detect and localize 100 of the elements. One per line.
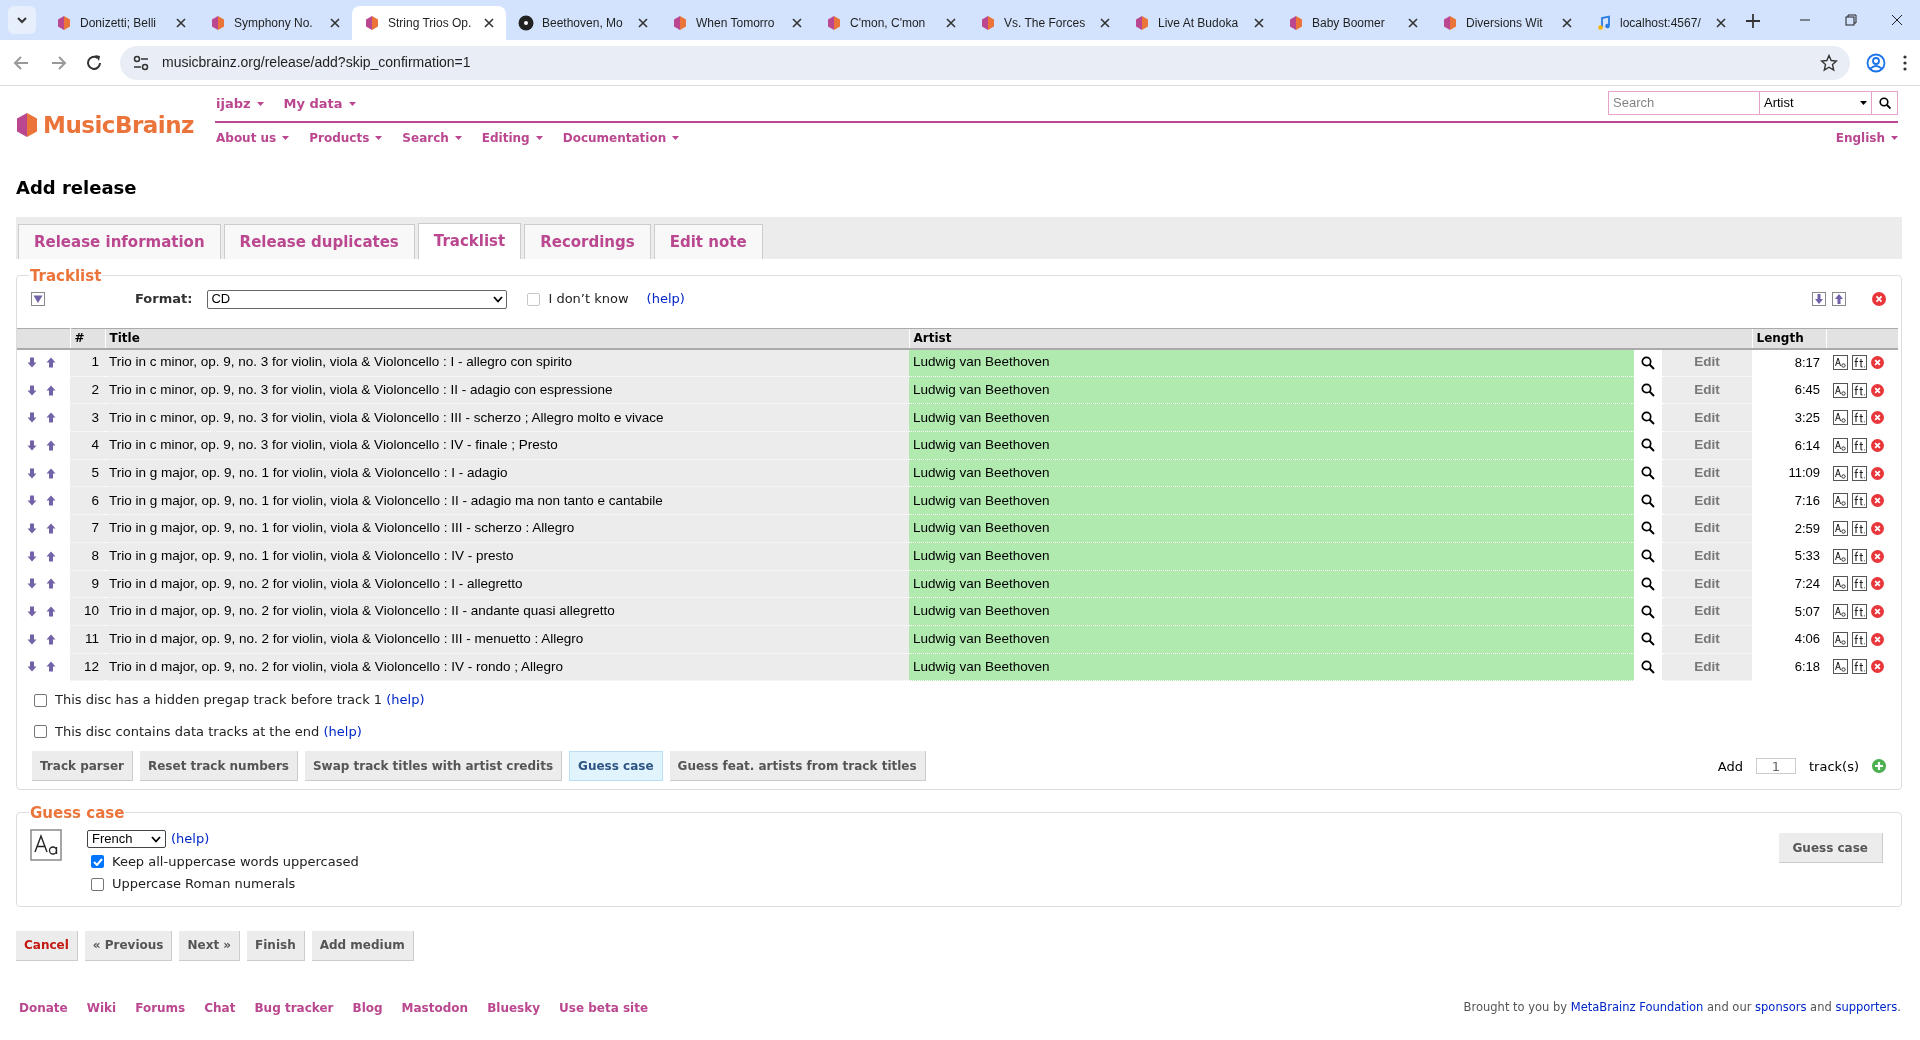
artist-credit-field[interactable]: Ludwig van Beethoven [909,542,1634,570]
help-link[interactable]: (help) [323,723,362,739]
edit-button[interactable]: Edit [1662,653,1752,681]
tab[interactable]: Tracklist [417,223,522,259]
help-link[interactable]: (help) [386,692,425,708]
text-case-icon[interactable] [1833,493,1848,509]
edit-button[interactable]: Edit [1662,431,1752,460]
action-button[interactable]: Finish [247,930,305,961]
arrow-up-icon[interactable] [46,578,56,590]
browser-tab[interactable]: Live At Budoka [1122,6,1276,40]
search-type-select[interactable]: Artist [1759,91,1871,114]
artist-credit-field[interactable]: Ludwig van Beethoven [909,459,1634,487]
artist-credit-field[interactable]: Ludwig van Beethoven [909,403,1634,432]
collapse-triangle-icon[interactable] [31,292,45,306]
artist-credit-field[interactable]: Ludwig van Beethoven [909,625,1634,654]
track-title-field[interactable]: Trio in g major, op. 9, no. 1 for violin, viola & Violoncello : II - adagio ma non tanto e cantabile [105,486,909,515]
browser-tab[interactable]: Vs. The Forces [968,6,1122,40]
track-title-field[interactable]: Trio in c minor, op. 9, no. 3 for violin, viola & Violoncello : III - scherzo ; Allegro molto e vivace [105,403,909,432]
track-title-field[interactable]: Trio in c minor, op. 9, no. 3 for violin, viola & Violoncello : I - allegro con spirito [105,348,909,377]
remove-icon[interactable] [1871,466,1884,480]
browser-tab[interactable]: Baby Boomer [1276,6,1430,40]
search-icon[interactable] [1641,383,1655,398]
edit-button[interactable]: Edit [1662,348,1752,377]
menu-link[interactable]: Documentation [562,129,680,147]
text-case-icon[interactable] [1833,548,1848,564]
text-case-icon[interactable] [1833,410,1848,426]
track-title-field[interactable]: Trio in c minor, op. 9, no. 3 for violin, viola & Violoncello : IV - finale ; Presto [105,431,909,460]
tool-button[interactable]: Swap track titles with artist credits [304,751,563,782]
arrow-down-icon[interactable] [27,495,37,507]
remove-icon[interactable] [1871,549,1884,563]
close-icon[interactable] [638,18,648,28]
arrow-up-icon[interactable] [46,467,56,479]
arrow-up-icon[interactable] [46,522,56,534]
browser-tab[interactable]: C'mon, C'mon [814,6,968,40]
edit-button[interactable]: Edit [1662,542,1752,570]
menu-link[interactable]: Products [309,129,383,147]
feat-icon[interactable] [1852,659,1867,675]
search-icon[interactable] [1641,438,1655,453]
remove-icon[interactable] [1871,438,1884,452]
text-case-icon[interactable] [1833,604,1848,620]
help-link[interactable]: (help) [646,289,685,309]
arrow-down-icon[interactable] [27,578,37,590]
track-title-field[interactable]: Trio in d major, op. 9, no. 2 for violin, viola & Violoncello : IV - rondo ; Allegro [105,653,909,681]
browser-tab[interactable]: Beethoven, Mo [506,6,660,40]
arrow-down-icon[interactable] [27,661,37,673]
browser-tab[interactable]: localhost:4567/ [1584,6,1738,40]
credit-link[interactable]: MetaBrainz Foundation [1570,1000,1704,1015]
edit-button[interactable]: Edit [1662,625,1752,654]
search-icon[interactable] [1641,604,1655,619]
feat-icon[interactable] [1852,604,1867,620]
footer-link[interactable]: Chat [204,998,236,1017]
footer-link[interactable]: Forums [135,998,186,1017]
edit-button[interactable]: Edit [1662,514,1752,543]
close-icon[interactable] [1408,18,1418,28]
browser-tab[interactable]: String Trios Op. [352,6,506,40]
text-case-icon[interactable] [1833,382,1848,398]
menu-link[interactable]: My data [283,93,356,114]
guess-case-button[interactable]: Guess case [1778,833,1883,864]
edit-button[interactable]: Edit [1662,403,1752,432]
help-link[interactable]: (help) [171,829,210,849]
action-button[interactable]: Add medium [311,930,414,961]
feat-icon[interactable] [1852,382,1867,398]
tool-button[interactable]: Reset track numbers [139,751,298,782]
text-case-icon[interactable] [1833,355,1848,371]
action-button[interactable]: Cancel [16,930,78,961]
feat-icon[interactable] [1852,520,1867,536]
track-length-field[interactable]: 8:17 [1752,348,1826,377]
arrow-up-icon[interactable] [46,384,56,396]
artist-credit-field[interactable]: Ludwig van Beethoven [909,514,1634,543]
checkbox[interactable] [34,693,47,707]
arrow-up-icon[interactable] [46,495,56,507]
language-menu[interactable]: English [1835,129,1898,147]
text-case-icon[interactable] [1833,631,1848,647]
track-title-field[interactable]: Trio in d major, op. 9, no. 2 for violin, viola & Violoncello : II - andante quasi allegretto [105,597,909,626]
arrow-down-icon[interactable] [27,467,37,479]
edit-button[interactable]: Edit [1662,570,1752,598]
credit-link[interactable]: sponsors [1755,1000,1807,1015]
format-select[interactable]: CD [207,289,508,309]
remove-icon[interactable] [1871,383,1884,397]
text-case-icon[interactable] [1833,465,1848,481]
feat-icon[interactable] [1852,548,1867,564]
remove-icon[interactable] [1871,660,1884,674]
new-tab-icon[interactable] [1746,14,1760,28]
tool-button[interactable]: Guess feat. artists from track titles [669,751,926,782]
search-icon[interactable] [1641,410,1655,425]
more-icon[interactable] [1902,53,1908,72]
arrow-up-icon[interactable] [46,550,56,562]
add-icon[interactable] [1872,759,1886,774]
search-icon[interactable] [1641,632,1655,647]
arrow-down-icon[interactable] [27,633,37,645]
artist-credit-field[interactable]: Ludwig van Beethoven [909,597,1634,626]
remove-icon[interactable] [1871,356,1884,370]
text-case-icon[interactable] [1833,437,1848,453]
text-case-icon[interactable] [1833,659,1848,675]
search-icon[interactable] [1641,659,1655,674]
tab[interactable]: Release duplicates [223,224,415,259]
remove-icon[interactable] [1871,494,1884,508]
artist-credit-field[interactable]: Ludwig van Beethoven [909,570,1634,598]
artist-credit-field[interactable]: Ludwig van Beethoven [909,431,1634,460]
close-icon[interactable] [1716,18,1726,28]
